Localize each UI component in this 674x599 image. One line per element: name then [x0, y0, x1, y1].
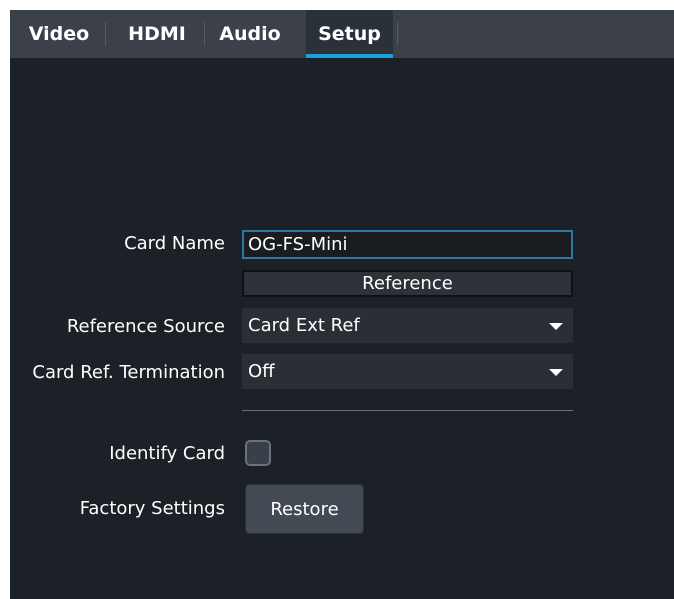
chevron-down-icon [549, 368, 563, 376]
card-ref-termination-select[interactable]: Off [242, 354, 573, 389]
tab-separator [105, 22, 106, 46]
card-ref-termination-value: Off [248, 361, 275, 382]
tab-hdmi[interactable]: HDMI [110, 10, 204, 58]
setup-panel: Video HDMI Audio Setup Card Name OG-FS-M… [10, 10, 674, 599]
reference-source-select[interactable]: Card Ext Ref [242, 308, 573, 343]
tab-separator [397, 22, 398, 46]
card-ref-termination-label: Card Ref. Termination [32, 362, 225, 383]
divider [242, 410, 573, 411]
identify-card-label: Identify Card [109, 443, 225, 464]
identify-card-checkbox[interactable] [245, 440, 271, 466]
reference-source-value: Card Ext Ref [248, 315, 360, 336]
card-name-label: Card Name [124, 233, 225, 254]
chevron-down-icon [549, 322, 563, 330]
tab-audio[interactable]: Audio [208, 10, 292, 58]
tab-setup[interactable]: Setup [306, 10, 393, 58]
reference-source-label: Reference Source [66, 316, 225, 337]
factory-settings-label: Factory Settings [79, 498, 225, 519]
tab-separator [204, 22, 205, 46]
tab-video[interactable]: Video [18, 10, 100, 58]
restore-button[interactable]: Restore [245, 484, 364, 534]
card-name-input[interactable]: OG-FS-Mini [242, 230, 573, 259]
reference-section-header: Reference [242, 270, 573, 297]
tab-bar: Video HDMI Audio Setup [10, 10, 674, 58]
